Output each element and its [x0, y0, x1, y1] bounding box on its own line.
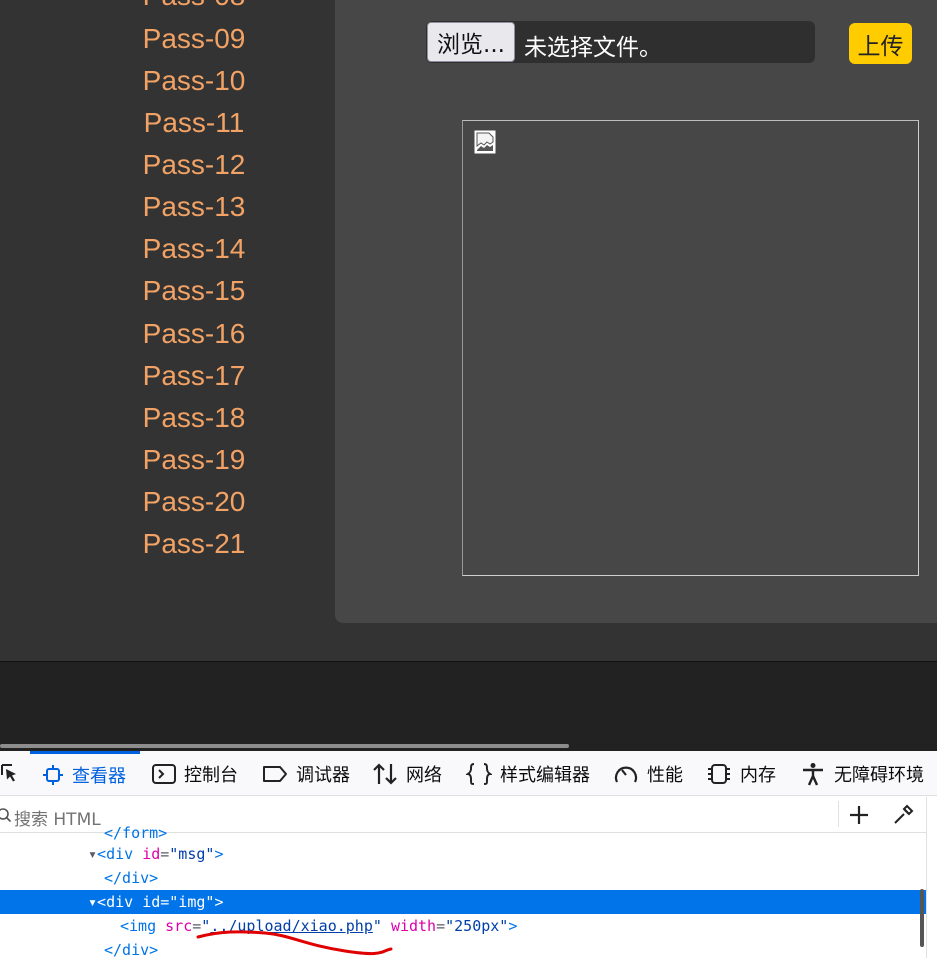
id-attr: id [142, 893, 161, 911]
nav-item-pass-17[interactable]: Pass-17 [0, 360, 388, 392]
page: Pass-08 Pass-09 Pass-10 Pass-11 Pass-12 … [0, 0, 937, 958]
nav-item-pass-21[interactable]: Pass-21 [0, 528, 388, 560]
div-tag: div [106, 893, 134, 911]
horizontal-scrollbar[interactable] [0, 744, 569, 748]
tab-accessibility-label: 无障碍环境 [834, 764, 924, 786]
tab-network[interactable]: 网络 [372, 751, 442, 796]
nav-item-pass-14[interactable]: Pass-14 [0, 233, 388, 265]
nav-item-pass-10[interactable]: Pass-10 [0, 65, 388, 97]
div-close-tag: </div> [104, 869, 159, 887]
browse-button[interactable]: 浏览... [427, 22, 515, 62]
img-tag: img [129, 917, 157, 935]
markup-line-div-msg[interactable]: ▾<div id="msg"> [0, 842, 926, 866]
console-icon [152, 763, 176, 784]
inspector-icon [43, 765, 63, 785]
side-pane-edge [926, 797, 937, 958]
tab-performance[interactable]: 性能 [613, 751, 683, 796]
markup-tree: </form> ▾<div id="msg"> </div> ▾<div id=… [0, 824, 926, 958]
accessibility-icon [803, 762, 823, 785]
nav-item-pass-13[interactable]: Pass-13 [0, 191, 388, 223]
tab-style-editor[interactable]: 样式编辑器 [466, 751, 590, 796]
web-page: Pass-08 Pass-09 Pass-10 Pass-11 Pass-12 … [0, 0, 937, 661]
devtools-tabbar: 查看器 控制台 调试器 网络 样式编辑器 性能 内存 无障碍环境 [0, 751, 937, 796]
preview-image-frame [462, 120, 919, 576]
tab-inspector[interactable]: 查看器 [30, 751, 140, 796]
nav-item-pass-09[interactable]: Pass-09 [0, 23, 388, 55]
collapse-toggle-icon[interactable]: ▾ [88, 845, 97, 863]
width-attr: width [390, 917, 437, 935]
nav-item-pass-08[interactable]: Pass-08 [0, 0, 388, 12]
markup-vertical-scrollbar[interactable] [920, 889, 924, 947]
tab-memory-label: 内存 [740, 764, 776, 786]
markup-line-img[interactable]: <img src="../upload/xiao.php" width="250… [0, 914, 926, 938]
nav-item-pass-18[interactable]: Pass-18 [0, 402, 388, 434]
tab-style-editor-label: 样式编辑器 [500, 764, 590, 786]
nav-item-pass-15[interactable]: Pass-15 [0, 275, 388, 307]
markup-line-div-close[interactable]: </div> [0, 866, 926, 890]
markup-line-div-img-selected[interactable]: ▾<div id="img"> [0, 890, 926, 914]
tab-console[interactable]: 控制台 [152, 751, 238, 796]
network-icon [373, 762, 397, 785]
nav-item-pass-16[interactable]: Pass-16 [0, 318, 388, 350]
tab-accessibility[interactable]: 无障碍环境 [800, 751, 924, 796]
id-value: "msg" [169, 845, 215, 863]
div-close-tag: </div> [104, 941, 159, 958]
file-status-label: 未选择文件。 [524, 35, 662, 61]
tab-debugger[interactable]: 调试器 [262, 751, 350, 796]
upload-button[interactable]: 上传 [849, 23, 912, 64]
expand-toggle-icon[interactable]: ▾ [88, 893, 97, 911]
nav-item-pass-11[interactable]: Pass-11 [0, 107, 388, 139]
devtools-panel: 查看器 控制台 调试器 网络 样式编辑器 性能 内存 无障碍环境 搜索 HTML… [0, 751, 937, 958]
nav-item-pass-12[interactable]: Pass-12 [0, 149, 388, 181]
performance-icon [614, 766, 638, 782]
memory-icon [708, 763, 730, 784]
tab-performance-label: 性能 [647, 764, 683, 786]
red-underline-annotation [196, 930, 393, 956]
form-close-tag: </form> [104, 824, 168, 842]
nav-item-pass-19[interactable]: Pass-19 [0, 444, 388, 476]
id-attr: id [142, 845, 161, 863]
tab-debugger-label: 调试器 [296, 764, 350, 786]
debugger-icon [263, 765, 287, 782]
tab-inspector-label: 查看器 [72, 766, 126, 787]
src-attr: src [165, 917, 193, 935]
id-value: "img" [169, 893, 215, 911]
tab-network-label: 网络 [406, 764, 442, 786]
page-bottom-area [0, 661, 937, 751]
nav-item-pass-20[interactable]: Pass-20 [0, 486, 388, 518]
element-picker-icon[interactable] [0, 763, 20, 785]
div-tag: div [106, 845, 134, 863]
markup-line-div-img-close[interactable]: </div> [0, 938, 926, 958]
tab-console-label: 控制台 [184, 764, 238, 786]
width-value: "250px" [445, 917, 509, 935]
tab-memory[interactable]: 内存 [706, 751, 776, 796]
style-editor-icon [466, 762, 492, 785]
broken-image-icon [474, 130, 496, 154]
